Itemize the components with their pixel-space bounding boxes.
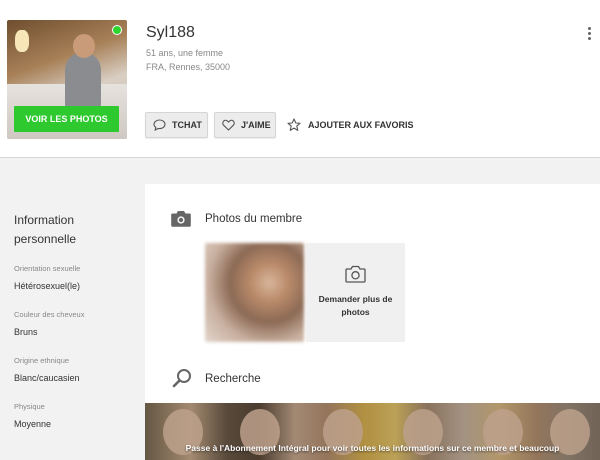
profile-username: Syl188	[146, 24, 195, 41]
camera-outline-icon	[345, 265, 366, 283]
more-options-icon[interactable]	[588, 27, 592, 41]
request-more-photos-label: Demander plus de photos	[318, 294, 393, 317]
info-label-ethnicity: Origine ethnique	[14, 356, 70, 365]
info-value-ethnicity: Blanc/caucasien	[14, 373, 80, 383]
view-photos-button[interactable]: VOIR LES PHOTOS	[14, 106, 119, 132]
search-icon	[172, 369, 191, 388]
heart-icon	[222, 119, 235, 131]
upgrade-promo-text: Passe à l'Abonnement Intégral pour voir …	[185, 443, 560, 453]
chat-bubble-icon	[153, 119, 166, 131]
camera-icon	[171, 211, 191, 227]
online-status-indicator	[112, 25, 122, 35]
add-favorite-button[interactable]: AJOUTER AUX FAVORIS	[287, 112, 414, 138]
star-icon	[287, 118, 301, 131]
chat-button[interactable]: TCHAT	[145, 112, 208, 138]
info-label-orientation: Orientation sexuelle	[14, 264, 81, 273]
info-value-hair-color: Bruns	[14, 327, 38, 337]
personal-info-title: Information personnelle	[14, 213, 77, 246]
info-label-physique: Physique	[14, 402, 45, 411]
avatar-figure	[73, 34, 95, 58]
add-favorite-label: AJOUTER AUX FAVORIS	[308, 120, 414, 130]
member-photo-thumbnail[interactable]	[205, 243, 304, 342]
request-more-photos-button[interactable]: Demander plus de photos	[306, 243, 405, 342]
profile-age-gender: 51 ans, une femme	[146, 48, 224, 58]
info-label-hair-color: Couleur des cheveux	[14, 310, 85, 319]
info-value-physique: Moyenne	[14, 419, 52, 429]
chat-button-label: TCHAT	[172, 120, 202, 130]
avatar-figure	[65, 52, 101, 112]
profile-header: VOIR LES PHOTOS Syl188 51 ans, une femme…	[0, 0, 600, 158]
search-section-title: Recherche	[205, 373, 261, 385]
personal-info-sidebar: Information personnelle Orientation sexu…	[0, 184, 145, 460]
info-value-orientation: Hétérosexuel(le)	[14, 281, 81, 291]
like-button[interactable]: J'AIME	[214, 112, 276, 138]
like-button-label: J'AIME	[241, 120, 271, 130]
upgrade-promo-banner[interactable]: Passe à l'Abonnement Intégral pour voir …	[145, 403, 600, 460]
member-photos-title: Photos du membre	[205, 213, 303, 225]
profile-location: FRA, Rennes, 35000	[146, 62, 231, 72]
avatar-background	[15, 30, 29, 52]
profile-main-panel: Photos du membre Demander plus de photos…	[145, 184, 600, 460]
